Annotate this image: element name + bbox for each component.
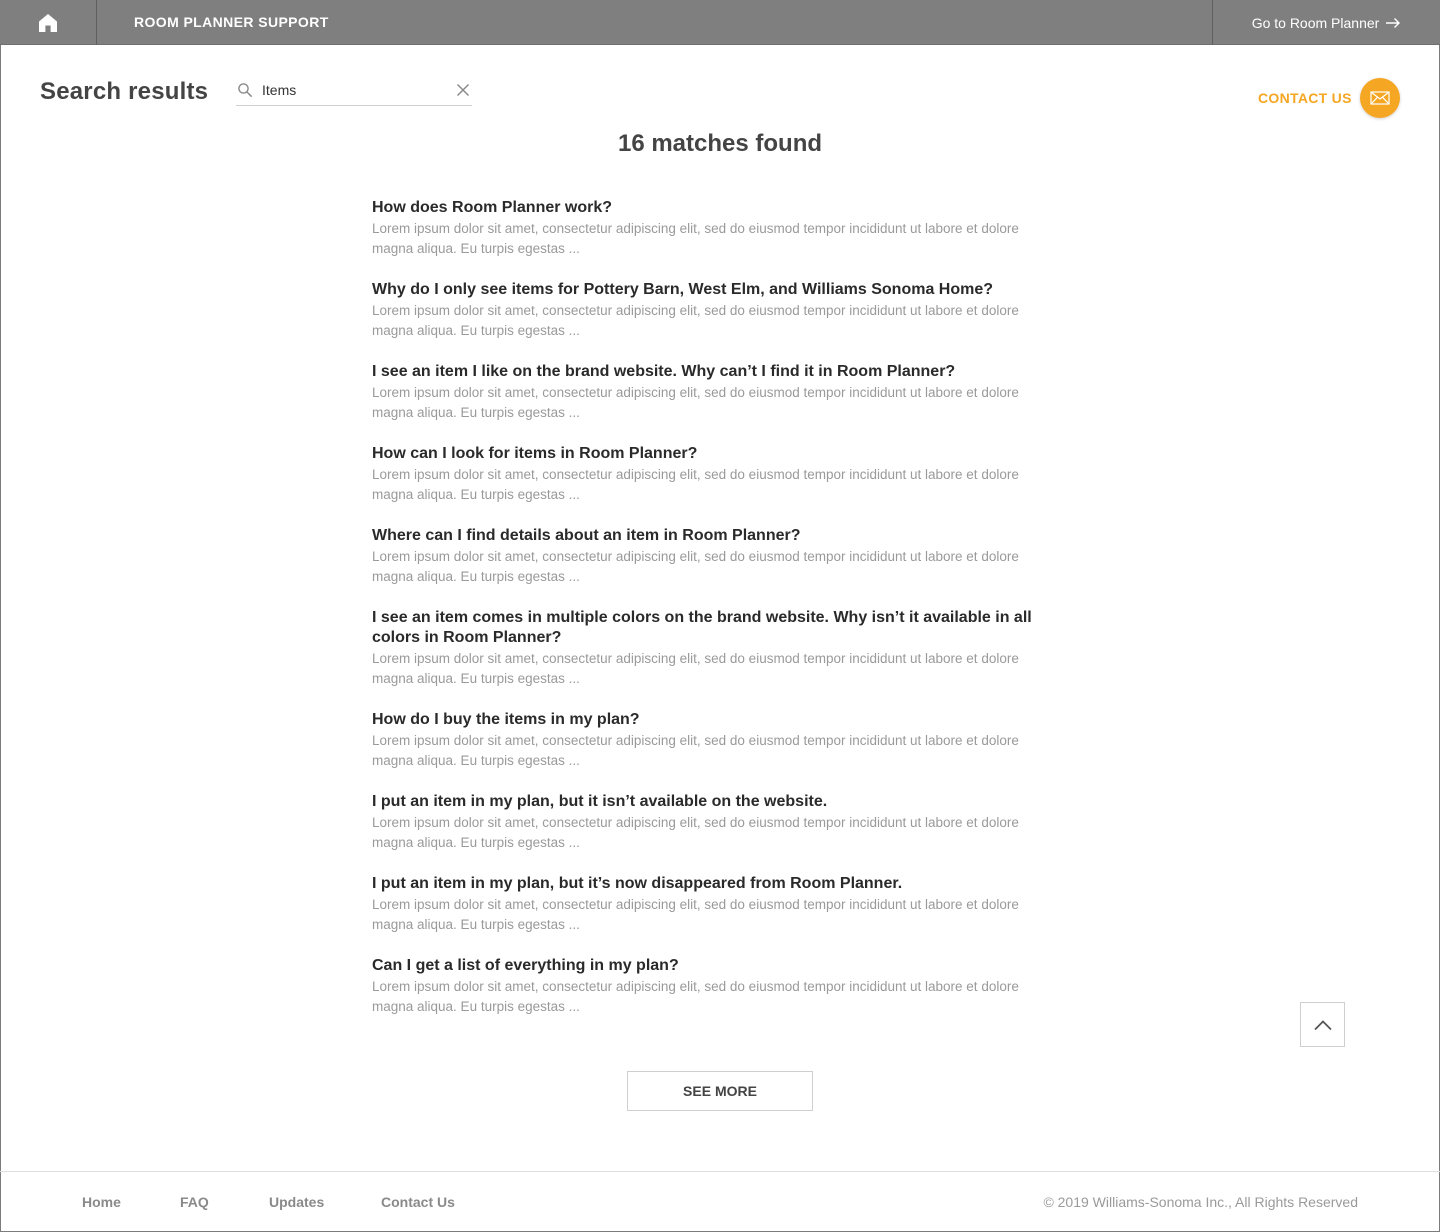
result-title[interactable]: Why do I only see items for Pottery Barn… (372, 280, 1042, 300)
go-to-room-planner-link[interactable]: Go to Room Planner (1212, 0, 1440, 45)
mail-icon (1370, 91, 1390, 105)
result-title[interactable]: I see an item I like on the brand websit… (372, 362, 1042, 382)
result-title[interactable]: I put an item in my plan, but it’s now d… (372, 874, 1042, 894)
result-item[interactable]: I see an item comes in multiple colors o… (372, 608, 1042, 689)
home-button[interactable] (0, 0, 97, 45)
footer-link-updates[interactable]: Updates (269, 1194, 324, 1210)
result-item[interactable]: I see an item I like on the brand websit… (372, 362, 1042, 423)
result-title[interactable]: I put an item in my plan, but it isn’t a… (372, 792, 1042, 812)
contact-us-button[interactable] (1360, 78, 1400, 118)
result-snippet: Lorem ipsum dolor sit amet, consectetur … (372, 221, 1019, 256)
result-snippet: Lorem ipsum dolor sit amet, consectetur … (372, 979, 1019, 1014)
result-title[interactable]: How does Room Planner work? (372, 198, 1042, 218)
go-to-room-planner-label: Go to Room Planner (1251, 14, 1380, 31)
arrow-right-icon (1386, 17, 1401, 28)
see-more-button[interactable]: SEE MORE (627, 1071, 813, 1111)
search-icon (238, 83, 252, 97)
footer-link-contact-us[interactable]: Contact Us (381, 1194, 455, 1210)
result-item[interactable]: I put an item in my plan, but it’s now d… (372, 874, 1042, 935)
close-icon[interactable] (456, 83, 470, 97)
result-snippet: Lorem ipsum dolor sit amet, consectetur … (372, 385, 1019, 420)
result-item[interactable]: How do I buy the items in my plan? Lorem… (372, 710, 1042, 771)
result-snippet: Lorem ipsum dolor sit amet, consectetur … (372, 549, 1019, 584)
result-title[interactable]: How can I look for items in Room Planner… (372, 444, 1042, 464)
result-item[interactable]: How can I look for items in Room Planner… (372, 444, 1042, 505)
result-item[interactable]: I put an item in my plan, but it isn’t a… (372, 792, 1042, 853)
match-count: 16 matches found (617, 130, 823, 157)
results-list: How does Room Planner work? Lorem ipsum … (372, 198, 1042, 1038)
result-snippet: Lorem ipsum dolor sit amet, consectetur … (372, 897, 1019, 932)
home-icon (39, 13, 57, 32)
search-input[interactable] (262, 79, 442, 101)
copyright-text: © 2019 Williams-Sonoma Inc., All Rights … (1043, 1194, 1358, 1210)
back-to-top-button[interactable] (1300, 1002, 1345, 1047)
result-item[interactable]: Can I get a list of everything in my pla… (372, 956, 1042, 1017)
chevron-up-icon (1313, 1019, 1332, 1030)
site-title: ROOM PLANNER SUPPORT (134, 14, 329, 30)
contact-us-link[interactable]: CONTACT US (1258, 90, 1352, 106)
result-title[interactable]: Where can I find details about an item i… (372, 526, 1042, 546)
result-title[interactable]: How do I buy the items in my plan? (372, 710, 1042, 730)
result-snippet: Lorem ipsum dolor sit amet, consectetur … (372, 651, 1019, 686)
result-snippet: Lorem ipsum dolor sit amet, consectetur … (372, 815, 1019, 850)
result-item[interactable]: Where can I find details about an item i… (372, 526, 1042, 587)
result-snippet: Lorem ipsum dolor sit amet, consectetur … (372, 303, 1019, 338)
result-item[interactable]: How does Room Planner work? Lorem ipsum … (372, 198, 1042, 259)
footer-link-faq[interactable]: FAQ (180, 1194, 209, 1210)
search-box (236, 76, 472, 106)
result-title[interactable]: Can I get a list of everything in my pla… (372, 956, 1042, 976)
result-snippet: Lorem ipsum dolor sit amet, consectetur … (372, 733, 1019, 768)
top-bar: ROOM PLANNER SUPPORT Go to Room Planner (0, 0, 1440, 45)
footer: Home FAQ Updates Contact Us © 2019 Willi… (0, 1171, 1440, 1232)
result-title[interactable]: I see an item comes in multiple colors o… (372, 608, 1042, 648)
page-title: Search results (40, 78, 209, 105)
result-snippet: Lorem ipsum dolor sit amet, consectetur … (372, 467, 1019, 502)
result-item[interactable]: Why do I only see items for Pottery Barn… (372, 280, 1042, 341)
footer-link-home[interactable]: Home (82, 1194, 121, 1210)
